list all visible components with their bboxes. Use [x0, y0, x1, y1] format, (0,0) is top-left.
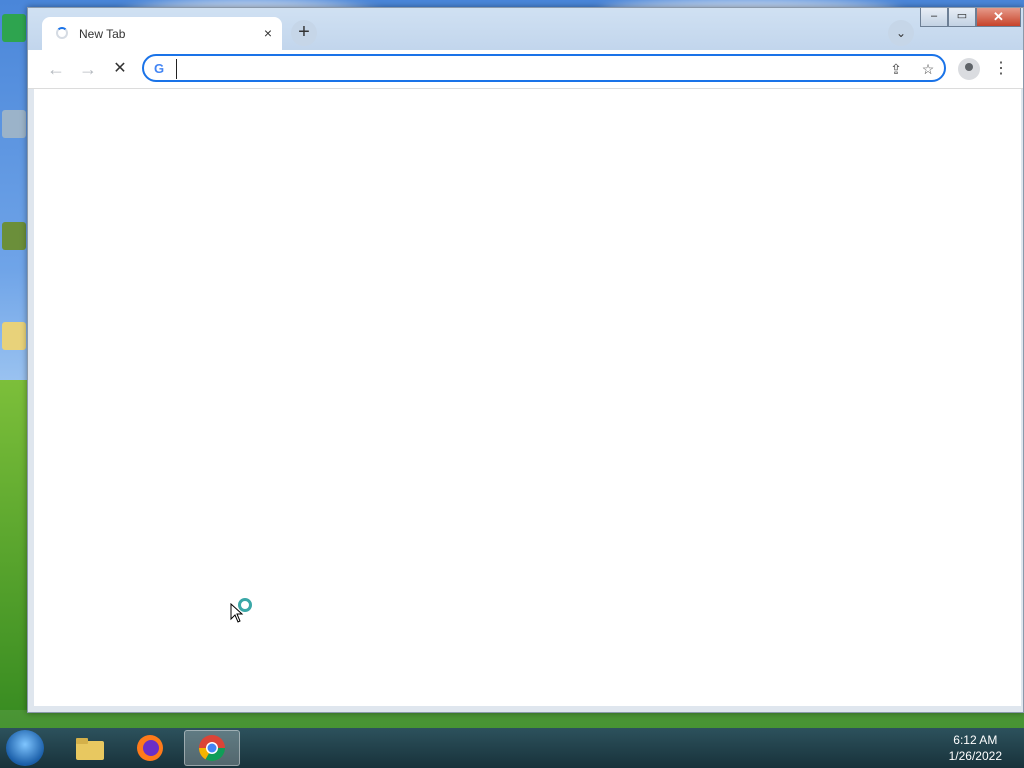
page-content[interactable] [34, 89, 1021, 706]
bookmark-star-icon[interactable]: ☆ [918, 59, 938, 79]
taskbar: 6:12 AM 1/26/2022 [0, 728, 1024, 768]
restore-button[interactable]: ▭ [948, 8, 976, 27]
start-button[interactable] [6, 730, 44, 766]
close-button[interactable]: ✕ [976, 8, 1021, 27]
tab-search-button[interactable]: ⌄ [888, 20, 914, 46]
back-button[interactable]: ← [44, 57, 68, 81]
tab-title: New Tab [79, 27, 126, 41]
clock-date: 1/26/2022 [948, 749, 1002, 763]
title-bar: New Tab × + ⌄ – ▭ ✕ [28, 8, 1023, 50]
tab-close-icon[interactable]: × [264, 25, 272, 41]
menu-kebab-icon[interactable]: ⋮ [990, 58, 1012, 80]
toolbar: ← → ✕ G ⇪ ☆ ⋮ [28, 50, 1023, 89]
folder-icon [76, 738, 104, 760]
taskbar-file-explorer[interactable] [62, 730, 118, 766]
taskbar-firefox[interactable] [122, 730, 178, 766]
google-icon: G [154, 61, 165, 76]
profile-avatar-icon[interactable] [958, 58, 980, 80]
chrome-icon [198, 735, 226, 762]
address-bar[interactable]: G ⇪ ☆ [142, 54, 946, 82]
loading-spinner-icon [56, 27, 68, 39]
busy-indicator-icon [238, 598, 252, 612]
window-controls: – ▭ ✕ [920, 8, 1021, 27]
share-icon[interactable]: ⇪ [886, 59, 906, 79]
forward-button[interactable]: → [76, 57, 100, 81]
stop-button[interactable]: ✕ [108, 57, 132, 81]
new-tab-button[interactable]: + [291, 20, 317, 46]
browser-window: New Tab × + ⌄ – ▭ ✕ ← → ✕ G ⇪ ☆ ⋮ [27, 7, 1024, 713]
clock-time: 6:12 AM [953, 733, 998, 747]
taskbar-chrome[interactable] [184, 730, 240, 766]
tab-new-tab[interactable]: New Tab × [42, 17, 282, 50]
firefox-icon [137, 735, 163, 761]
system-clock[interactable]: 6:12 AM 1/26/2022 [949, 732, 1002, 764]
minimize-button[interactable]: – [920, 8, 948, 27]
address-input[interactable] [176, 59, 871, 79]
